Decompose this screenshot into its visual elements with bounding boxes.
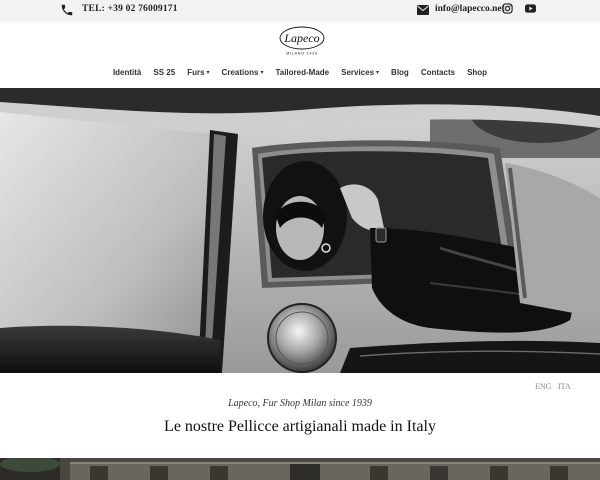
- phone-number[interactable]: TEL: +39 02 76009171: [82, 4, 178, 14]
- nav-item-ss25[interactable]: SS 25: [153, 65, 175, 81]
- nav-item-shop[interactable]: Shop: [467, 65, 487, 81]
- instagram-icon[interactable]: [502, 3, 513, 14]
- nav-item-identita[interactable]: Identità: [113, 65, 141, 81]
- intro-headline: Le nostre Pellicce artigianali made in I…: [164, 418, 436, 435]
- svg-text:MILANO 1939: MILANO 1939: [286, 52, 318, 56]
- nav-item-services[interactable]: Services ▾: [341, 65, 379, 82]
- language-eng-link[interactable]: ENG: [535, 382, 551, 391]
- hero-image: [0, 88, 600, 373]
- phone-icon[interactable]: [60, 3, 74, 17]
- intro-tagline: Lapeco, Fur Shop Milan since 1939: [228, 398, 372, 409]
- youtube-icon[interactable]: [525, 4, 536, 13]
- building-photo: [0, 458, 600, 480]
- chevron-down-icon: ▾: [260, 70, 264, 76]
- nav-item-furs[interactable]: Furs ▾: [187, 65, 209, 82]
- envelope-icon[interactable]: [417, 5, 429, 15]
- email-address[interactable]: info@lapecco.net: [435, 4, 505, 14]
- nav-item-creations[interactable]: Creations ▾: [222, 65, 264, 82]
- site-header: Lapeco MILANO 1939 Identità SS 25 Furs ▾ …: [0, 22, 600, 88]
- language-ita-link[interactable]: ITA: [558, 382, 571, 391]
- next-section-image: [0, 458, 600, 480]
- svg-text:Lapeco: Lapeco: [283, 31, 319, 45]
- top-contact-bar: TEL: +39 02 76009171 info@lapecco.net: [0, 0, 600, 22]
- hero-photo-woman-in-car: [0, 88, 600, 373]
- lapeco-logo[interactable]: Lapeco MILANO 1939: [272, 25, 332, 57]
- chevron-down-icon: ▾: [206, 70, 210, 76]
- chevron-down-icon: ▾: [376, 70, 380, 76]
- nav-item-contacts[interactable]: Contacts: [421, 65, 455, 81]
- nav-item-blog[interactable]: Blog: [391, 65, 409, 81]
- nav-item-tailored-made[interactable]: Tailored-Made: [275, 65, 329, 81]
- main-navigation: Identità SS 25 Furs ▾ Creations ▾ Tailored…: [0, 62, 600, 78]
